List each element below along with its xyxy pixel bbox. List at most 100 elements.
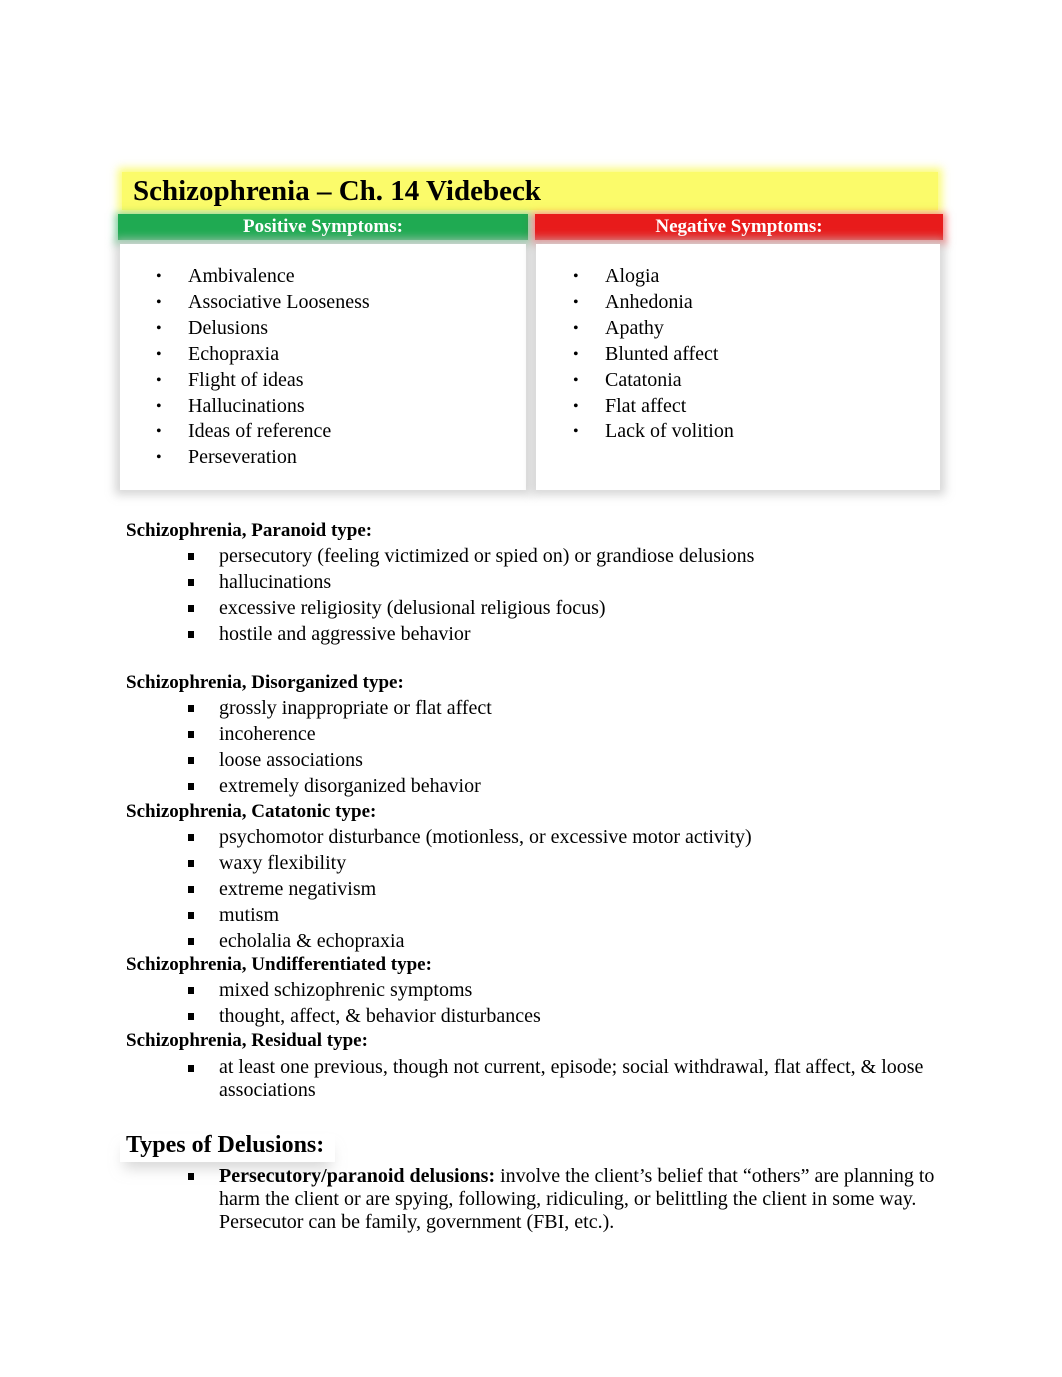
- list-item: Persecutory/paranoid delusions: involve …: [126, 1163, 939, 1234]
- list-item: • Flat affect: [573, 394, 734, 420]
- section-undifferentiated: Schizophrenia, Undifferentiated type: mi…: [126, 953, 541, 1029]
- item-text: incoherence: [219, 723, 316, 745]
- list-item: waxy flexibility: [126, 850, 752, 876]
- disorganized-list: grossly inappropriate or flat affect inc…: [126, 695, 492, 799]
- undifferentiated-list: mixed schizophrenic symptoms thought, af…: [126, 977, 541, 1029]
- list-item: grossly inappropriate or flat affect: [126, 695, 492, 721]
- list-item: psychomotor disturbance (motionless, or …: [126, 824, 752, 850]
- symptom-label: Echopraxia: [188, 342, 280, 365]
- bullet-icon: •: [156, 293, 162, 311]
- symptom-label: Flat affect: [605, 394, 687, 417]
- symptom-label: Delusions: [188, 316, 268, 339]
- section-disorganized: Schizophrenia, Disorganized type: grossl…: [126, 671, 492, 799]
- symptom-label: Perseveration: [188, 446, 297, 469]
- section-heading: Schizophrenia, Disorganized type:: [126, 672, 404, 693]
- bullet-icon: •: [156, 449, 162, 467]
- list-item: at least one previous, though not curren…: [126, 1053, 934, 1102]
- bullet-icon: •: [156, 319, 162, 337]
- list-item: • Hallucinations: [156, 394, 370, 420]
- item-text: persecutory (feeling victimized or spied…: [219, 545, 755, 567]
- list-item: excessive religiosity (delusional religi…: [126, 595, 754, 621]
- square-bullet-icon: [188, 731, 194, 738]
- symptom-label: Ideas of reference: [188, 420, 332, 443]
- symptom-label: Associative Looseness: [188, 290, 370, 313]
- square-bullet-icon: [188, 987, 194, 994]
- square-bullet-icon: [188, 1173, 194, 1180]
- item-text: mutism: [219, 904, 280, 926]
- list-item: • Delusions: [156, 316, 370, 342]
- list-item: • Perseveration: [156, 445, 370, 471]
- list-item: hallucinations: [126, 569, 754, 595]
- item-text: mixed schizophrenic symptoms: [219, 979, 473, 1001]
- residual-list: at least one previous, though not curren…: [126, 1053, 934, 1102]
- square-bullet-icon: [188, 912, 194, 919]
- section-heading: Schizophrenia, Catatonic type:: [126, 801, 377, 822]
- catatonic-list: psychomotor disturbance (motionless, or …: [126, 824, 752, 954]
- list-item: hostile and aggressive behavior: [126, 621, 754, 647]
- list-item: incoherence: [126, 721, 492, 747]
- bullet-icon: •: [573, 397, 579, 415]
- negative-symptoms-list: • Alogia • Anhedonia • Apathy • Blunted affe…: [573, 264, 734, 445]
- delusions-heading: Types of Delusions:: [126, 1132, 325, 1158]
- section-residual: Schizophrenia, Residual type: at least o…: [126, 1029, 934, 1102]
- delusions-list: Persecutory/paranoid delusions: involve …: [126, 1163, 939, 1234]
- list-item: • Echopraxia: [156, 342, 370, 368]
- list-item: • Ambivalence: [156, 264, 370, 290]
- section-paranoid: Schizophrenia, Paranoid type: persecutor…: [126, 519, 754, 647]
- list-item: mixed schizophrenic symptoms: [126, 977, 541, 1003]
- item-text: excessive religiosity (delusional religi…: [219, 597, 606, 619]
- square-bullet-icon: [188, 1013, 194, 1020]
- list-item: extreme negativism: [126, 876, 752, 902]
- symptom-label: Blunted affect: [605, 342, 719, 365]
- symptom-label: Flight of ideas: [188, 368, 304, 391]
- square-bullet-icon: [188, 705, 194, 712]
- item-text: echolalia & echopraxia: [219, 930, 405, 952]
- symptom-label: Ambivalence: [188, 265, 295, 287]
- positive-symptoms-list: • Ambivalence • Associative Looseness • Del…: [156, 264, 370, 471]
- section-heading: Schizophrenia, Paranoid type:: [126, 520, 373, 541]
- square-bullet-icon: [188, 938, 194, 945]
- list-item: • Associative Looseness: [156, 290, 370, 316]
- page-title: Schizophrenia – Ch. 14 Videbeck: [133, 175, 541, 207]
- symptom-label: Lack of volition: [605, 420, 734, 443]
- item-text: waxy flexibility: [219, 852, 347, 874]
- item-text: thought, affect, & behavior disturbances: [219, 1005, 541, 1027]
- delusion-term: Persecutory/paranoid delusions:: [219, 1165, 496, 1187]
- positive-symptoms-header: Positive Symptoms:: [118, 214, 528, 240]
- list-item: mutism: [126, 902, 752, 928]
- bullet-icon: •: [573, 319, 579, 337]
- square-bullet-icon: [188, 553, 194, 560]
- bullet-icon: •: [156, 371, 162, 389]
- square-bullet-icon: [188, 860, 194, 867]
- list-item: echolalia & echopraxia: [126, 928, 752, 954]
- list-item: • Apathy: [573, 316, 734, 342]
- list-item: loose associations: [126, 747, 492, 773]
- negative-symptoms-header: Negative Symptoms:: [535, 214, 943, 240]
- paranoid-list: persecutory (feeling victimized or spied…: [126, 543, 754, 647]
- list-item: persecutory (feeling victimized or spied…: [126, 543, 754, 569]
- symptom-label: Apathy: [605, 316, 664, 339]
- list-item: thought, affect, & behavior disturbances: [126, 1003, 541, 1029]
- item-text: loose associations: [219, 749, 363, 771]
- list-item: extremely disorganized behavior: [126, 773, 492, 799]
- list-item: • Lack of volition: [573, 419, 734, 445]
- square-bullet-icon: [188, 631, 194, 638]
- item-text: grossly inappropriate or flat affect: [219, 697, 492, 719]
- negative-symptoms-box: • Alogia • Anhedonia • Apathy • Blunted affe…: [536, 244, 940, 490]
- section-catatonic: Schizophrenia, Catatonic type: psychomot…: [126, 800, 752, 954]
- square-bullet-icon: [188, 834, 194, 841]
- bullet-icon: •: [156, 345, 162, 363]
- list-item: • Flight of ideas: [156, 368, 370, 394]
- square-bullet-icon: [188, 1065, 194, 1072]
- symptom-label: Alogia: [605, 265, 660, 287]
- square-bullet-icon: [188, 886, 194, 893]
- item-text: extreme negativism: [219, 878, 377, 900]
- square-bullet-icon: [188, 605, 194, 612]
- section-delusions: Persecutory/paranoid delusions: involve …: [126, 1163, 939, 1234]
- bullet-icon: •: [573, 371, 579, 389]
- symptom-label: Hallucinations: [188, 394, 305, 417]
- symptom-label: Anhedonia: [605, 290, 693, 313]
- square-bullet-icon: [188, 579, 194, 586]
- section-heading: Schizophrenia, Undifferentiated type:: [126, 954, 432, 975]
- bullet-icon: •: [573, 345, 579, 363]
